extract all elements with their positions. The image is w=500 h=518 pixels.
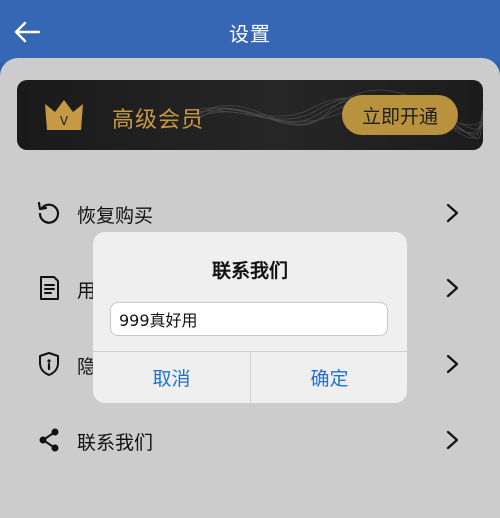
cancel-button[interactable]: 取消 <box>93 352 250 403</box>
confirm-button[interactable]: 确定 <box>251 352 407 403</box>
dialog-text-field[interactable] <box>110 302 388 336</box>
contact-dialog: 联系我们 取消 确定 <box>93 232 407 403</box>
dialog-title: 联系我们 <box>211 260 288 282</box>
